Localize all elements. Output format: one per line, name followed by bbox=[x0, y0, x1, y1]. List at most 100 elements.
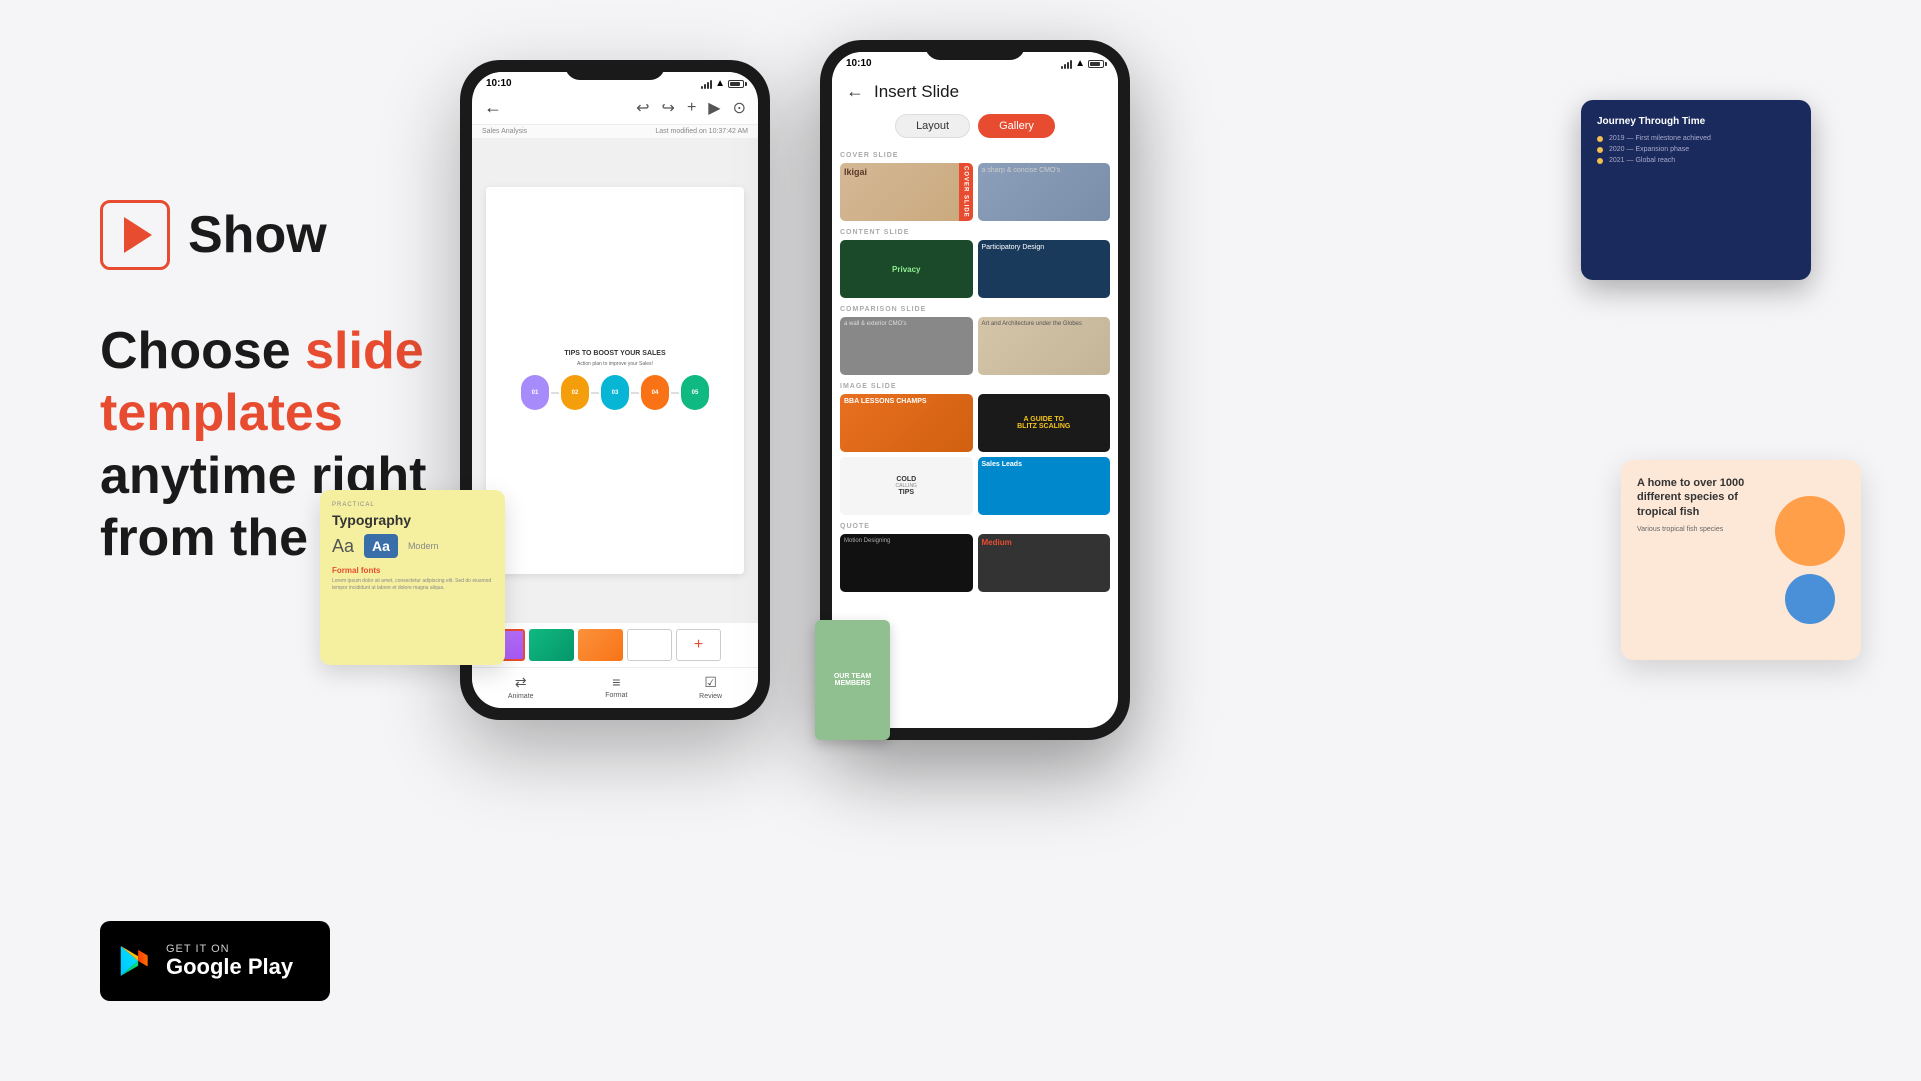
timeline-item-1: 2019 — First milestone achieved bbox=[1597, 135, 1795, 142]
connector-1 bbox=[551, 392, 559, 394]
battery-fill bbox=[730, 82, 740, 86]
sb2 bbox=[1064, 64, 1066, 69]
nav-format[interactable]: ≡ Format bbox=[605, 674, 627, 700]
blitz-text: A GUIDE TO BLITZ SCALING bbox=[1015, 414, 1072, 432]
typography-inner: PRACTICAL Typography Aa Aa Modern Formal… bbox=[320, 490, 505, 665]
typography-label: PRACTICAL bbox=[332, 502, 493, 508]
node-05: 05 bbox=[681, 375, 709, 410]
gallery-item-basketball[interactable]: BBA LESSONS CHAMPS bbox=[840, 394, 973, 452]
review-label: Review bbox=[699, 693, 722, 700]
infographic-subtitle: Action plan to improve your Sales! bbox=[577, 361, 653, 367]
tab-gallery[interactable]: Gallery bbox=[978, 114, 1055, 138]
insert-back-button[interactable]: ← bbox=[846, 81, 864, 102]
animate-label: Animate bbox=[508, 693, 534, 700]
slide-main-area[interactable]: TIPS TO BOOST YOUR SALES Action plan to … bbox=[472, 139, 758, 622]
gallery-item-privacy[interactable]: Privacy bbox=[840, 240, 973, 298]
add-slide-thumb[interactable]: + bbox=[676, 629, 721, 661]
comparison-slide-label: COMPARISON SLIDE bbox=[840, 306, 1110, 313]
connector-4 bbox=[671, 392, 679, 394]
phone1-toolbar[interactable]: ← ↩ ↪ + ▶ ⊙ bbox=[472, 91, 758, 125]
right-dark-card: Journey Through Time 2019 — First milest… bbox=[1581, 100, 1811, 280]
aa-text: Aa bbox=[332, 536, 354, 557]
thumb-2[interactable] bbox=[529, 629, 574, 661]
fish-card: A home to over 1000 different species of… bbox=[1621, 460, 1861, 660]
share-button[interactable]: ⊙ bbox=[733, 98, 746, 118]
thumb-blank[interactable] bbox=[627, 629, 672, 661]
headline-line1: Choose slide templates bbox=[100, 322, 424, 442]
add-button[interactable]: + bbox=[687, 99, 696, 117]
app-logo-text: Show bbox=[188, 205, 327, 265]
insert-slide-header: ← Insert Slide bbox=[832, 71, 1118, 108]
fish-title: A home to over 1000 different species of… bbox=[1637, 476, 1753, 519]
gallery-item-cold[interactable]: COLD CALLING TIPS bbox=[840, 457, 973, 515]
motion-text: Motion Designing bbox=[840, 534, 973, 548]
google-play-badge[interactable]: GET IT ON Google Play bbox=[100, 921, 330, 1001]
fish-text: A home to over 1000 different species of… bbox=[1637, 476, 1753, 644]
node-04: 04 bbox=[641, 375, 669, 410]
phone2-status-icons: ▲ bbox=[1061, 58, 1104, 69]
ikigai-text: Ikigai bbox=[840, 163, 973, 181]
gallery-item-participatory[interactable]: Participatory Design bbox=[978, 240, 1111, 298]
quote-grid: Motion Designing Medium bbox=[840, 534, 1110, 592]
typography-floating-card: PRACTICAL Typography Aa Aa Modern Formal… bbox=[320, 490, 505, 665]
signal-bars bbox=[701, 79, 712, 89]
fish-card-inner: A home to over 1000 different species of… bbox=[1621, 460, 1861, 660]
gallery-item-ikigai[interactable]: COVER SLIDE Ikigai bbox=[840, 163, 973, 221]
cold-tips-label: TIPS bbox=[896, 489, 917, 496]
gallery-item-motion[interactable]: Motion Designing bbox=[840, 534, 973, 592]
last-modified: Last modified on 10:37:42 AM bbox=[655, 128, 748, 135]
dark-card-inner: Journey Through Time 2019 — First milest… bbox=[1581, 100, 1811, 180]
format-icon: ≡ bbox=[612, 674, 620, 690]
phone1-status-icons: ▲ bbox=[701, 78, 744, 89]
cover-slide-label: COVER SLIDE bbox=[840, 152, 1110, 159]
cover-slide-grid: COVER SLIDE Ikigai a sharp & concise CMO… bbox=[840, 163, 1110, 221]
fish-circle-orange bbox=[1775, 496, 1845, 566]
aa-box: Aa bbox=[364, 534, 398, 558]
privacy-text: Privacy bbox=[892, 265, 920, 274]
back-button[interactable]: ← bbox=[484, 97, 502, 118]
insert-tabs: Layout Gallery bbox=[832, 108, 1118, 146]
book-text: a sharp & concise CMO's bbox=[978, 163, 1111, 178]
gallery-item-arch2[interactable]: Art and Architecture under the Globes bbox=[978, 317, 1111, 375]
modern-label: Modern bbox=[408, 541, 439, 551]
signal-bar-2 bbox=[704, 84, 706, 89]
file-name: Sales Analysis bbox=[482, 128, 527, 135]
gallery-item-book[interactable]: a sharp & concise CMO's bbox=[978, 163, 1111, 221]
dark-card-title: Journey Through Time bbox=[1597, 116, 1795, 127]
undo-button[interactable]: ↩ bbox=[636, 98, 649, 118]
signal-bar-3 bbox=[707, 82, 709, 89]
signal-bars-2 bbox=[1061, 59, 1072, 69]
phone1-screen: 10:10 ▲ ← ↩ bbox=[472, 72, 758, 708]
google-play-icon bbox=[116, 942, 154, 980]
phone2-time: 10:10 bbox=[846, 58, 872, 69]
node-03: 03 bbox=[601, 375, 629, 410]
play-button[interactable]: ▶ bbox=[708, 98, 720, 118]
redo-button[interactable]: ↪ bbox=[662, 98, 675, 118]
typography-desc: Lorem ipsum dolor sit amet, consectetur … bbox=[332, 578, 493, 591]
wifi-icon-2: ▲ bbox=[1075, 58, 1085, 69]
signal-bar-1 bbox=[701, 86, 703, 89]
timeline-dot-2 bbox=[1597, 147, 1603, 153]
file-info-bar: Sales Analysis Last modified on 10:37:42… bbox=[472, 125, 758, 139]
fish-desc: Various tropical fish species bbox=[1637, 525, 1753, 535]
battery-icon-2 bbox=[1088, 60, 1104, 68]
google-play-name: Google Play bbox=[166, 955, 293, 979]
nav-animate[interactable]: ⇄ Animate bbox=[508, 674, 534, 700]
animate-icon: ⇄ bbox=[515, 674, 527, 691]
infographic: TIPS TO BOOST YOUR SALES Action plan to … bbox=[486, 187, 743, 573]
sb4 bbox=[1070, 60, 1072, 69]
gallery-item-blitz[interactable]: A GUIDE TO BLITZ SCALING bbox=[978, 394, 1111, 452]
gallery-item-medium[interactable]: Medium bbox=[978, 534, 1111, 592]
timeline-item-2: 2020 — Expansion phase bbox=[1597, 146, 1795, 153]
phone1-notch bbox=[565, 60, 665, 80]
timeline-dot-3 bbox=[1597, 158, 1603, 164]
nav-review[interactable]: ☑ Review bbox=[699, 674, 722, 700]
gallery-item-arch1[interactable]: a wall & exterior CMO's bbox=[840, 317, 973, 375]
play-icon bbox=[124, 217, 152, 253]
content-slide-label: CONTENT SLIDE bbox=[840, 229, 1110, 236]
tab-layout[interactable]: Layout bbox=[895, 114, 970, 138]
gallery-item-sales[interactable]: Sales Leads bbox=[978, 457, 1111, 515]
thumb-3[interactable] bbox=[578, 629, 623, 661]
arch1-text: a wall & exterior CMO's bbox=[840, 317, 973, 331]
phone1-container: 10:10 ▲ ← ↩ bbox=[460, 60, 770, 720]
